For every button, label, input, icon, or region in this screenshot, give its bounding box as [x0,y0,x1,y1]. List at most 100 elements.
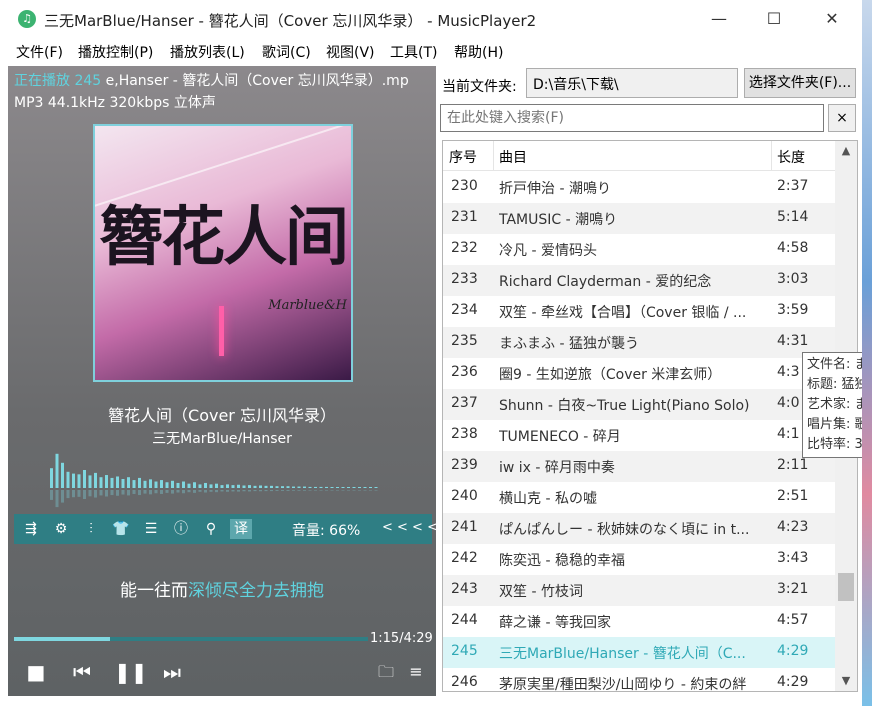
close-button[interactable]: ✕ [803,0,861,38]
table-row[interactable]: 237 Shunn - 白夜~True Light(Piano Solo) 4:0 [443,389,835,420]
cover-title-art: 簪花人间 [99,200,349,275]
header-length[interactable]: 长度 [777,147,805,167]
table-row[interactable]: 239 iw ix - 碎月雨中奏 2:11 [443,451,835,482]
progress-bar[interactable] [14,637,368,641]
row-length: 2:51 [777,488,809,504]
row-title: iw ix - 碎月雨中奏 [499,460,615,476]
equalizer-icon[interactable]: ⫶ [80,519,102,539]
spectrum-reflection [66,490,70,499]
spectrum-bar [171,480,174,488]
spectrum-bar [187,483,191,488]
row-title: Shunn - 白夜~True Light(Piano Solo) [499,398,750,414]
table-row[interactable]: 233 Richard Clayderman - 爱的纪念 3:03 [443,265,835,296]
stop-icon[interactable]: ■ [24,660,48,684]
table-row[interactable]: 235 まふまふ - 猛独が襲う 4:31 [443,327,835,358]
row-length: 4:0 [777,395,800,411]
menu-playlist[interactable]: 播放列表(L) [170,42,245,62]
spectrum-reflection [50,490,53,500]
menu-tools[interactable]: 工具(T) [390,42,437,62]
menu-file[interactable]: 文件(F) [16,42,63,62]
table-row[interactable]: 241 ぱんぱんしー - 秋姉妹のなく頃に in t... 4:23 [443,513,835,544]
title-bar[interactable]: ♫ 三无MarBlue/Hanser - 簪花人间（Cover 忘川风华录） -… [0,0,862,38]
table-row[interactable]: 245 三无MarBlue/Hanser - 簪花人间（C... 4:29 [443,637,835,668]
spectrum-bar [308,486,312,488]
table-row[interactable]: 243 双笙 - 竹枝词 3:21 [443,575,835,606]
spectrum-bar [237,484,240,488]
scroll-down-icon[interactable]: ▼ [835,671,857,691]
table-row[interactable]: 234 双笙 - 牵丝戏【合唱】（Cover 银临 / ... 3:59 [443,296,835,327]
spectrum-reflection [198,490,202,492]
table-row[interactable]: 242 陈奕迅 - 稳稳的幸福 3:43 [443,544,835,575]
info-icon[interactable]: ⓘ [170,519,192,539]
spectrum-reflection [292,490,295,491]
menu-playback-control[interactable]: 播放控制(P) [78,42,153,62]
spectrum-bar [297,486,301,488]
spectrum-bar [286,486,290,488]
spectrum-reflection [182,490,185,494]
skin-icon[interactable]: 👕 [110,519,132,539]
table-row[interactable]: 230 折戸伸治 - 潮鳴り 2:37 [443,172,835,203]
table-row[interactable]: 232 冷凡 - 爱情码头 4:58 [443,234,835,265]
spectrum-reflection [160,490,163,494]
spectrum-reflection [242,490,246,492]
table-row[interactable]: 236 圈9 - 生如逆旅（Cover 米津玄师） 4:3 [443,358,835,389]
menu-help[interactable]: 帮助(H) [454,42,503,62]
minimize-button[interactable]: — [690,0,748,38]
pause-icon[interactable]: ❚❚ [114,660,148,684]
scroll-thumb[interactable] [838,573,854,601]
row-number: 243 [451,581,478,597]
spectrum-bar [253,485,257,488]
table-row[interactable]: 238 TUMENECO - 碎月 4:1 [443,420,835,451]
spectrum-bar [204,482,207,488]
row-length: 4:29 [777,643,809,659]
row-length: 5:14 [777,209,809,225]
playlist-toggle-icon[interactable]: ≡ [404,660,428,684]
spectrum-bar [193,482,196,488]
menu-view[interactable]: 视图(V) [326,42,375,62]
playlist-icon[interactable]: ⇶ [20,519,42,539]
spectrum-bar [99,477,103,488]
row-title: 双笙 - 竹枝词 [499,584,583,600]
search-icon[interactable]: ⚲ [200,519,222,539]
spectrum-bar [330,487,334,488]
header-title[interactable]: 曲目 [499,147,527,167]
header-num[interactable]: 序号 [449,147,477,167]
spectrum-reflection [226,490,229,492]
search-input[interactable] [440,104,824,132]
volume-label[interactable]: 音量: 66% [292,520,360,540]
spectrum-bar [270,485,273,488]
row-length: 2:37 [777,178,809,194]
volume-arrows[interactable]: < < < < [382,520,436,535]
previous-icon[interactable]: ⏮ [70,660,94,684]
spectrum-bar [121,479,125,488]
next-icon[interactable]: ⏭ [160,660,184,684]
lyric-played: 能一往而 [120,581,188,601]
spectrum-bar [264,485,268,488]
menu-lyrics[interactable]: 歌词(C) [262,42,311,62]
spectrum-bar [154,481,158,488]
spectrum-reflection [138,490,141,496]
spectrum-reflection [231,490,235,492]
translate-icon[interactable]: 译 [230,519,252,539]
row-length: 4:3 [777,364,800,380]
row-title: 茅原実里/種田梨沙/山岡ゆり - 約束の絆 [499,677,747,692]
spectrum-bar [369,487,372,488]
clear-search-button[interactable]: × [828,104,856,132]
main-window: ♫ 三无MarBlue/Hanser - 簪花人间（Cover 忘川风华录） -… [0,0,872,706]
spectrum-bar [215,483,218,488]
album-cover[interactable]: 簪花人间 Marblue&H [93,124,353,382]
row-title: TAMUSIC - 潮鳴り [499,212,618,228]
maximize-button[interactable]: ☐ [745,0,803,38]
folder-icon[interactable]: 🗀 [374,660,398,684]
table-row[interactable]: 231 TAMUSIC - 潮鳴り 5:14 [443,203,835,234]
select-folder-button[interactable]: 选择文件夹(F)... [744,68,856,98]
settings-icon[interactable]: ⚙ [50,519,72,539]
table-row[interactable]: 244 薛之谦 - 等我回家 4:57 [443,606,835,637]
table-row[interactable]: 240 横山克 - 私の嘘 2:51 [443,482,835,513]
spectrum-reflection [116,490,119,496]
spectrum-reflection [336,490,339,491]
menu-icon[interactable]: ☰ [140,519,162,539]
table-row[interactable]: 246 茅原実里/種田梨沙/山岡ゆり - 約束の絆 4:29 [443,668,835,692]
row-length: 4:57 [777,612,809,628]
scroll-up-icon[interactable]: ▲ [835,141,857,161]
